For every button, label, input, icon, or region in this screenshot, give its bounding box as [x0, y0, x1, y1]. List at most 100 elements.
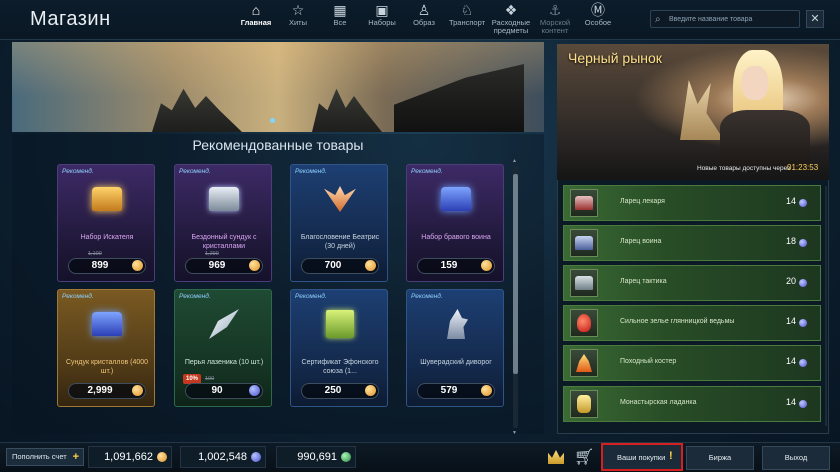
recommended-scrollbar[interactable]: ▲ ▼	[512, 158, 518, 436]
recommended-tag: Рекоменд.	[179, 293, 211, 300]
product-image	[206, 306, 242, 342]
price-button[interactable]: 90	[185, 383, 263, 399]
tab-label: Особое	[584, 18, 612, 27]
product-image	[206, 181, 242, 217]
black-market-item[interactable]: Ларец воина 18	[563, 225, 821, 261]
product-image	[438, 181, 474, 217]
product-name: Набор бравого воина	[421, 234, 491, 241]
scroll-icon	[326, 310, 354, 338]
alert-icon: !	[669, 450, 673, 462]
recommended-title: Рекомендованные товары	[192, 137, 364, 153]
promo-banner[interactable]	[12, 42, 544, 132]
price-value: 579	[440, 385, 458, 396]
item-count: 14	[786, 316, 797, 326]
product-card[interactable]: Рекоменд. Благословение Беатрис (30 дней…	[290, 164, 388, 282]
price-value: 2,999	[87, 385, 113, 396]
tab-label: Главная	[240, 18, 272, 27]
price-button[interactable]: 700	[301, 258, 379, 274]
merchant-armor	[720, 110, 810, 170]
tab-consumables[interactable]: ❖ Расходные предметы	[490, 2, 532, 38]
tab-special[interactable]: Ⓜ Особое	[578, 2, 618, 38]
tab-all[interactable]: ▦ Все	[320, 2, 360, 38]
product-name: Сертификат Эфонского союза (1...	[301, 359, 379, 375]
product-card[interactable]: Рекоменд. Набор Искателя 1,100 899	[57, 164, 155, 282]
product-image	[322, 306, 358, 342]
black-market-item[interactable]: Сильное зелье глянницкой ведьмы 14	[563, 305, 821, 341]
blue-coin-icon	[799, 279, 807, 287]
black-market-scrollbar[interactable]	[825, 186, 827, 426]
black-market-item[interactable]: Ларец лекаря 14	[563, 185, 821, 221]
old-price: 1,290	[205, 251, 219, 257]
cart-icon[interactable]: 🛒︎	[574, 447, 594, 467]
restock-label: Новые товары доступны через	[697, 165, 791, 172]
scroll-thumb[interactable]	[513, 174, 518, 374]
item-count: 14	[786, 356, 797, 366]
tab-sea-content[interactable]: ⚓ Морской контент	[534, 2, 576, 38]
ship-icon: ⚓	[548, 2, 562, 18]
tab-transport[interactable]: ♘ Транспорт	[446, 2, 488, 38]
tab-label: Транспорт	[448, 18, 486, 27]
item-name: Ларец лекаря	[620, 198, 665, 205]
gold-coin-icon	[157, 452, 167, 462]
gold-coin-icon	[481, 385, 492, 396]
item-count: 14	[786, 196, 797, 206]
your-purchases-button[interactable]: Ваши покупки !	[601, 443, 683, 471]
gold-balance: 1,091,662	[88, 446, 172, 468]
recommended-tag: Рекоменд.	[62, 293, 94, 300]
price-button[interactable]: 969	[185, 258, 263, 274]
tab-costume[interactable]: ♙ Образ	[404, 2, 444, 38]
scroll-down-icon[interactable]: ▼	[512, 430, 517, 436]
tab-hits[interactable]: ☆ Хиты	[278, 2, 318, 38]
black-market-item[interactable]: Монастырская ладанка 14	[563, 386, 821, 422]
item-count: 14	[786, 397, 797, 407]
close-button[interactable]: ✕	[806, 10, 824, 28]
product-card[interactable]: Рекоменд. Сертификат Эфонского союза (1.…	[290, 289, 388, 407]
price-button[interactable]: 250	[301, 383, 379, 399]
price-button[interactable]: 899	[68, 258, 146, 274]
crystal-chest-icon	[92, 312, 122, 336]
item-slot	[570, 229, 598, 257]
unicorn-icon	[447, 309, 468, 339]
item-slot	[570, 309, 598, 337]
product-card[interactable]: Рекоменд. Набор бравого воина 159	[406, 164, 504, 282]
black-market-item[interactable]: Ларец тактика 20	[563, 265, 821, 301]
red-chest-icon	[575, 196, 593, 210]
item-count: 18	[786, 236, 797, 246]
scroll-up-icon[interactable]: ▲	[512, 158, 517, 164]
recommended-tag: Рекоменд.	[62, 168, 94, 175]
product-card[interactable]: Рекоменд. Бездонный сундук с кристаллами…	[174, 164, 272, 282]
item-slot	[570, 390, 598, 418]
black-market-item[interactable]: Походный костер 14	[563, 345, 821, 381]
item-count: 20	[786, 276, 797, 286]
exchange-button[interactable]: Биржа	[686, 446, 754, 470]
product-name: Благословение Беатрис (30 дней)	[300, 234, 380, 250]
banner-pager	[270, 118, 275, 123]
search-input[interactable]	[669, 15, 795, 23]
ship-silhouette	[312, 88, 382, 132]
gold-coin-icon	[249, 260, 260, 271]
product-card[interactable]: Рекоменд. Шуверадский диворог 579	[406, 289, 504, 407]
costume-icon: ♙	[417, 2, 431, 18]
product-card[interactable]: Рекоменд. Сундук кристаллов (4000 шт.) 2…	[57, 289, 155, 407]
search-icon: ⌕	[655, 13, 661, 25]
banner-dot-active[interactable]	[270, 118, 275, 123]
special-icon: Ⓜ	[591, 2, 605, 18]
top-up-button[interactable]: Пополнить счет +	[6, 448, 84, 466]
tab-sets[interactable]: ▣ Наборы	[362, 2, 402, 38]
box-icon: ▣	[375, 2, 389, 18]
price-button[interactable]: 579	[417, 383, 495, 399]
balance-value: 990,691	[297, 451, 337, 463]
product-name: Набор Искателя	[80, 234, 134, 241]
item-name: Монастырская ладанка	[620, 399, 697, 406]
item-name: Ларец тактика	[620, 278, 667, 285]
armor-chest-icon	[441, 187, 471, 211]
product-image	[438, 306, 474, 342]
recommended-tag: Рекоменд.	[179, 168, 211, 175]
price-button[interactable]: 159	[417, 258, 495, 274]
tab-home[interactable]: ⌂ Главная	[236, 2, 276, 38]
price-button[interactable]: 2,999	[68, 383, 146, 399]
exit-button[interactable]: Выход	[762, 446, 830, 470]
gold-coin-icon	[132, 260, 143, 271]
product-card[interactable]: Рекоменд. Перья лазеника (10 шт.) 10% 10…	[174, 289, 272, 407]
product-name: Бездонный сундук с кристаллами	[191, 234, 257, 250]
